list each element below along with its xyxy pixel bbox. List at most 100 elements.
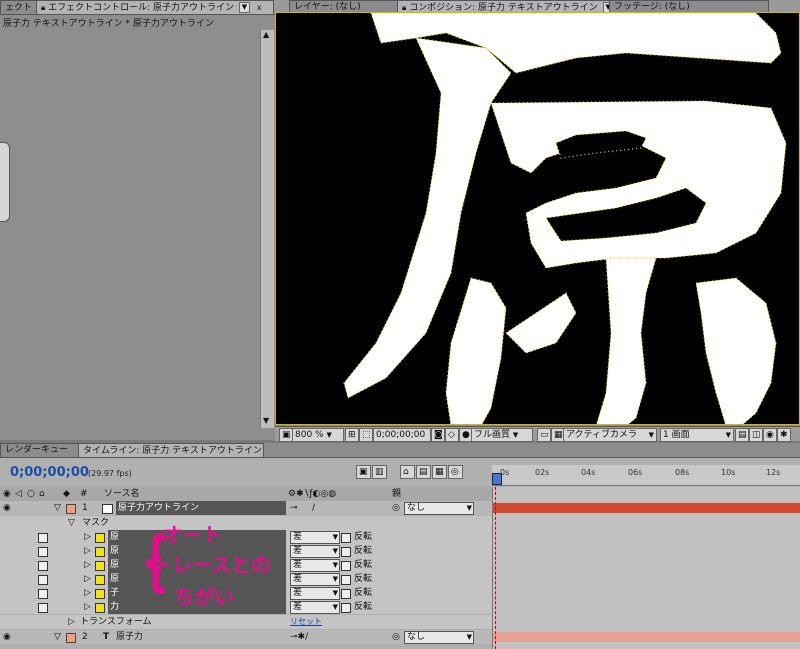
mask-color-swatch[interactable] bbox=[95, 533, 105, 543]
mask-lock-checkbox[interactable] bbox=[38, 603, 48, 613]
parent-pickwhip-icon[interactable]: ◎ bbox=[392, 630, 400, 644]
expand-arrow-icon[interactable]: ▷ bbox=[84, 558, 91, 572]
invert-checkbox[interactable] bbox=[341, 547, 351, 557]
mask-lock-checkbox[interactable] bbox=[38, 589, 48, 599]
zoom-select[interactable]: 800 % ▼ bbox=[292, 428, 344, 442]
fast-previews-icon[interactable]: ✱ bbox=[777, 428, 791, 442]
tab-effect-controls-label: エフェクトコントロール: 原子力アウトライン bbox=[48, 3, 235, 13]
layer-row[interactable]: ◉ ▽ 1 原子力アウトライン ⊸ ∕ ◎ なし ▼ bbox=[0, 501, 492, 515]
label-icon[interactable]: ◆ bbox=[63, 487, 70, 501]
timeline-graph-area[interactable] bbox=[492, 487, 800, 649]
expand-arrow-icon[interactable]: ▷ bbox=[84, 530, 91, 544]
mask-mode-select[interactable]: 差 ▼ bbox=[290, 587, 340, 600]
mask-lock-checkbox[interactable] bbox=[38, 533, 48, 543]
close-icon[interactable]: x bbox=[255, 1, 264, 14]
invert-checkbox[interactable] bbox=[341, 561, 351, 571]
expand-arrow-icon[interactable]: ▷ bbox=[84, 586, 91, 600]
timecode-field[interactable]: 0;00;00;00 bbox=[373, 428, 431, 442]
views-select[interactable]: 1 画面 ▼ bbox=[660, 428, 734, 442]
hide-shy-layers-icon[interactable]: ▤ bbox=[416, 465, 431, 479]
lock-icon[interactable]: 🔒︎ bbox=[402, 3, 406, 12]
expand-arrow-icon[interactable]: ▷ bbox=[68, 615, 75, 629]
mask-mode-select[interactable]: 差 ▼ bbox=[290, 573, 340, 586]
draft-3d-icon[interactable]: ⌂ bbox=[400, 465, 415, 479]
lock-icon[interactable]: 🔒︎ bbox=[41, 3, 45, 12]
chevron-down-icon[interactable]: ▼ bbox=[238, 2, 250, 13]
lock-icon[interactable]: ⌂ bbox=[39, 487, 45, 501]
parent-select[interactable]: なし ▼ bbox=[404, 502, 474, 515]
label-color-swatch[interactable] bbox=[66, 504, 76, 514]
column-source-name[interactable]: ソース名 bbox=[104, 487, 140, 501]
expand-arrow-icon[interactable]: ▽ bbox=[54, 630, 61, 644]
resolution-value: フル画質 bbox=[474, 430, 511, 440]
mask-lock-checkbox[interactable] bbox=[38, 547, 48, 557]
grid-icon[interactable]: ▣ bbox=[279, 428, 293, 442]
mask-color-swatch[interactable] bbox=[95, 603, 105, 613]
parent-pickwhip-icon[interactable]: ◎ bbox=[392, 501, 400, 515]
eye-icon[interactable]: ◉ bbox=[3, 501, 11, 515]
mask-color-swatch[interactable] bbox=[95, 575, 105, 585]
mask-visibility-icon[interactable]: ⬚ bbox=[359, 428, 373, 442]
tab-render-queue[interactable]: レンダーキュー bbox=[0, 443, 80, 457]
label-color-swatch[interactable] bbox=[66, 633, 76, 643]
quality-switch-icon[interactable]: ∕ bbox=[312, 501, 315, 515]
mask-mode-select[interactable]: 差 ▼ bbox=[290, 601, 340, 614]
expand-arrow-icon[interactable]: ▽ bbox=[68, 516, 75, 530]
resolution-select[interactable]: フル画質 ▼ bbox=[471, 428, 533, 442]
invert-checkbox[interactable] bbox=[341, 603, 351, 613]
mask-color-swatch[interactable] bbox=[95, 561, 105, 571]
shy-switch-icon[interactable]: ⊸ bbox=[290, 501, 298, 515]
scroll-up-arrow[interactable]: ▲ bbox=[263, 30, 269, 39]
current-time-indicator-icon[interactable] bbox=[492, 473, 502, 485]
mask-mode-select[interactable]: 差 ▼ bbox=[290, 545, 340, 558]
camera-select[interactable]: アクティブカメラ ▼ bbox=[563, 428, 657, 442]
expand-arrow-icon[interactable]: ▷ bbox=[84, 544, 91, 558]
snapshot-icon[interactable]: ◙ bbox=[431, 428, 445, 442]
composition-mini-flowchart-icon[interactable]: ▣ bbox=[356, 465, 371, 479]
scroll-down-arrow[interactable]: ▼ bbox=[263, 416, 269, 425]
mask-color-swatch[interactable] bbox=[95, 547, 105, 557]
time-ruler[interactable]: 0s 02s 04s 06s 08s 10s 12s bbox=[492, 465, 800, 486]
parent-select[interactable]: なし ▼ bbox=[404, 631, 474, 644]
side-handle[interactable] bbox=[0, 142, 10, 222]
live-update-icon[interactable]: ▥ bbox=[372, 465, 387, 479]
layer-duration-bar[interactable] bbox=[493, 632, 800, 642]
current-time-line[interactable] bbox=[495, 487, 496, 649]
region-of-interest-icon[interactable]: ▭ bbox=[537, 428, 551, 442]
reset-link[interactable]: リセット bbox=[290, 615, 322, 629]
eye-icon[interactable]: ◉ bbox=[3, 630, 11, 644]
mask-color-swatch[interactable] bbox=[95, 589, 105, 599]
audio-icon[interactable]: ◁ bbox=[15, 487, 22, 501]
expand-arrow-icon[interactable]: ▽ bbox=[54, 501, 61, 515]
tab-render-queue-label: レンダーキュー bbox=[5, 445, 69, 455]
invert-label: 反転 bbox=[354, 588, 373, 598]
flowchart-icon[interactable]: ▤ bbox=[735, 428, 749, 442]
shy-switch-icon[interactable]: ⊸✱∕ bbox=[290, 630, 308, 644]
show-snapshot-icon[interactable]: ◇ bbox=[445, 428, 459, 442]
reset-exposure-icon[interactable]: ◫ bbox=[749, 428, 763, 442]
mask-lock-checkbox[interactable] bbox=[38, 561, 48, 571]
eye-icon[interactable]: ◉ bbox=[3, 487, 11, 501]
frame-blending-icon[interactable]: ▦ bbox=[432, 465, 447, 479]
current-time-display[interactable]: 0;00;00;00 bbox=[10, 465, 89, 480]
composition-canvas[interactable] bbox=[275, 12, 800, 425]
expand-arrow-icon[interactable]: ▷ bbox=[84, 572, 91, 586]
layer-duration-bar[interactable] bbox=[493, 503, 800, 513]
exposure-icon[interactable]: ◉ bbox=[763, 428, 777, 442]
tab-timeline[interactable]: タイムライン: 原子力 テキストアウトライン x bbox=[78, 443, 264, 457]
invert-checkbox[interactable] bbox=[341, 575, 351, 585]
tab-effect-controls[interactable]: 🔒︎ エフェクトコントロール: 原子力アウトライン ▼ x bbox=[36, 0, 274, 14]
mask-lock-checkbox[interactable] bbox=[38, 575, 48, 585]
invert-checkbox[interactable] bbox=[341, 589, 351, 599]
safe-zones-icon[interactable]: ⊞ bbox=[345, 428, 359, 442]
text-layer-icon: T bbox=[103, 632, 110, 642]
mask-mode-select[interactable]: 差 ▼ bbox=[290, 531, 340, 544]
invert-checkbox[interactable] bbox=[341, 533, 351, 543]
expand-arrow-icon[interactable]: ▷ bbox=[84, 600, 91, 614]
motion-blur-icon[interactable]: ◎ bbox=[448, 465, 463, 479]
mask-mode-select[interactable]: 差 ▼ bbox=[290, 559, 340, 572]
layer-name[interactable]: 原子力アウトライン bbox=[116, 501, 286, 515]
solo-icon[interactable]: ○ bbox=[27, 487, 35, 501]
vertical-scrollbar[interactable]: ▲ ▼ bbox=[260, 30, 274, 428]
tab-effects[interactable]: ェクト ▼ x bbox=[0, 0, 38, 14]
